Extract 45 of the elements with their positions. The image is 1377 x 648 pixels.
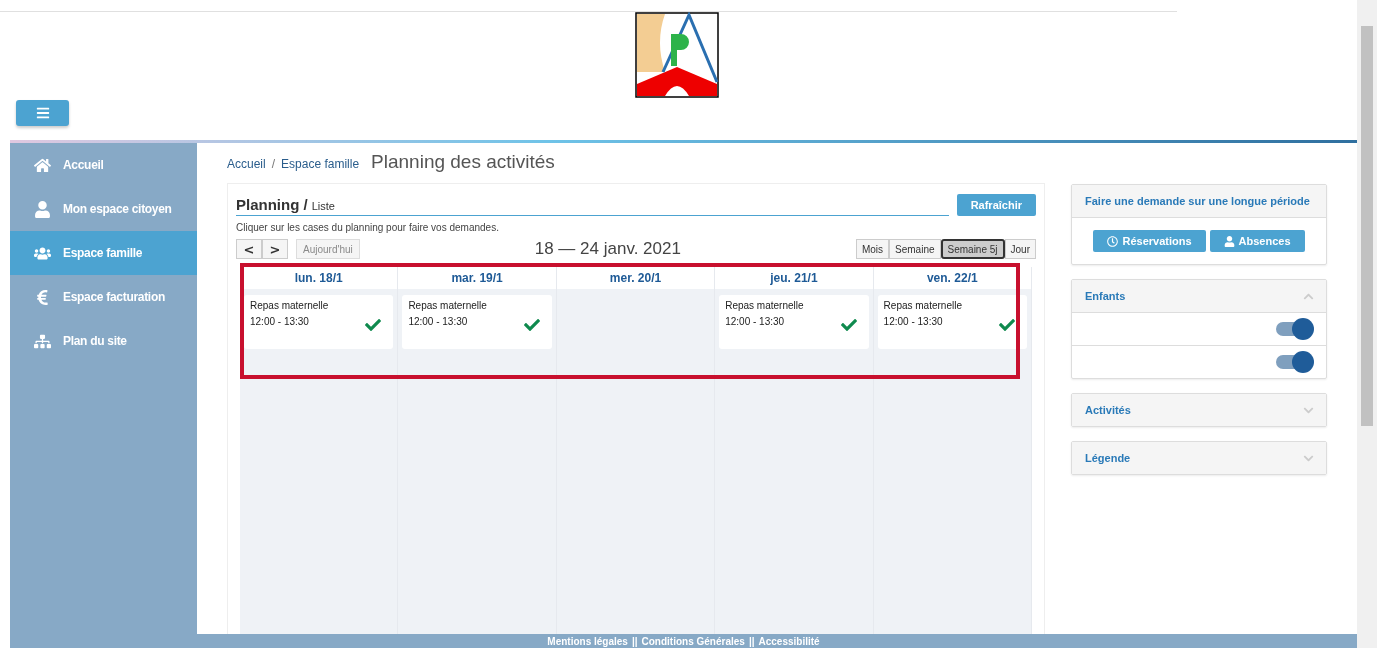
view-tab[interactable]: Mois: [855, 239, 890, 259]
day-column[interactable]: Repas maternelle 12:00 - 13:30: [873, 289, 1031, 634]
user-icon: [1223, 235, 1235, 247]
event-card[interactable]: Repas maternelle 12:00 - 13:30: [244, 295, 394, 349]
event-time: 12:00 - 13:30: [250, 316, 310, 327]
event-title: Repas maternelle: [250, 300, 330, 311]
event-time: 12:00 - 13:30: [408, 316, 469, 327]
day-column[interactable]: Repas maternelle 12:00 - 13:30: [715, 289, 873, 634]
previous-button[interactable]: <: [236, 239, 262, 259]
hint-text: Cliquer sur les cases du planning pour faire vos demandes.: [236, 222, 500, 233]
event-title: Repas maternelle: [883, 300, 963, 311]
scrollbar[interactable]: [1357, 0, 1377, 648]
event-card[interactable]: Repas maternelle 12:00 - 13:30: [402, 295, 552, 349]
breadcrumb-link[interactable]: Accueil: [227, 157, 266, 171]
event-time: 12:00 - 13:30: [725, 316, 786, 327]
event-card[interactable]: Repas maternelle 12:00 - 13:30: [877, 295, 1027, 349]
date-range: 18 — 24 janv. 2021: [533, 239, 682, 259]
card-subtitle: Liste: [311, 200, 335, 212]
event-time: 12:00 - 13:30: [883, 316, 944, 327]
footer-separator: ||: [748, 635, 755, 647]
footer-separator: ||: [631, 635, 638, 647]
view-tab[interactable]: Semaine: [889, 239, 941, 259]
event-title: Repas maternelle: [725, 300, 805, 311]
user-icon: [34, 200, 51, 218]
accordion-header[interactable]: Enfants: [1072, 280, 1326, 313]
day-column[interactable]: Repas maternelle 12:00 - 13:30: [240, 289, 398, 634]
menu-icon: [35, 106, 50, 120]
page-title: Planning des activités: [371, 151, 555, 173]
breadcrumb-link[interactable]: Espace famille: [281, 157, 360, 171]
day-column[interactable]: Repas maternelle 12:00 - 13:30: [398, 289, 556, 634]
panel-title: Faire une demande sur une longue période: [1085, 195, 1310, 207]
home-icon: [34, 156, 51, 174]
next-button[interactable]: >: [262, 239, 288, 259]
event-title: Repas maternelle: [408, 300, 488, 311]
euro-icon: [34, 288, 51, 306]
menu-button[interactable]: [16, 100, 69, 126]
accordion-header[interactable]: Activités: [1072, 394, 1326, 426]
breadcrumb-separator: /: [271, 157, 276, 171]
event-card[interactable]: Repas maternelle 12:00 - 13:30: [719, 295, 869, 349]
sitemap-icon: [34, 332, 51, 350]
accordion-header[interactable]: Légende: [1072, 442, 1326, 474]
view-tab[interactable]: Jour: [1004, 239, 1036, 259]
view-tab[interactable]: Semaine 5j: [940, 239, 1005, 259]
card-title: Planning /: [236, 196, 308, 213]
clock-icon: [1107, 235, 1119, 247]
